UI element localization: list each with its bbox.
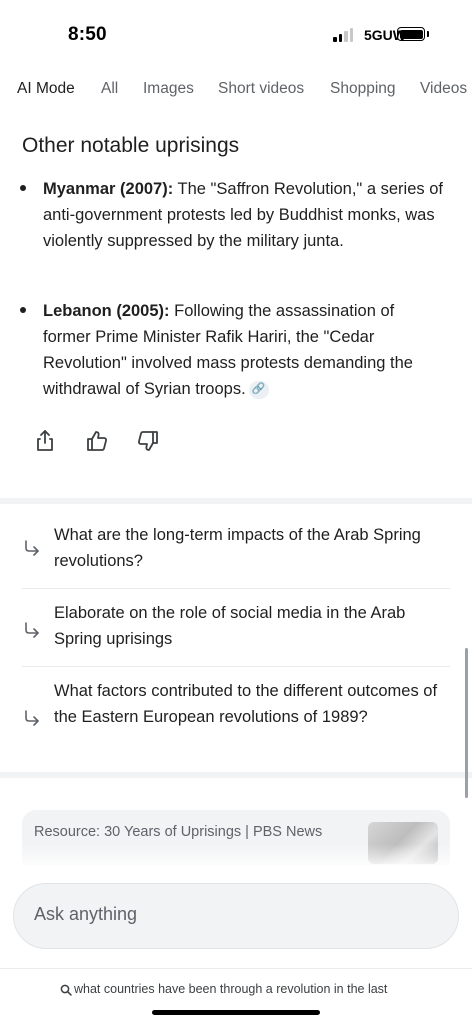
thumbs-down-icon[interactable] bbox=[135, 428, 161, 454]
search-tabs: AI Mode All Images Short videos Shopping… bbox=[0, 80, 472, 104]
scrollbar[interactable] bbox=[465, 648, 468, 798]
tab-ai-mode[interactable]: AI Mode bbox=[17, 80, 75, 98]
bullet-text: Myanmar (2007): The "Saffron Revolution,… bbox=[43, 176, 443, 254]
answer-actions bbox=[0, 428, 472, 458]
fade-overlay bbox=[22, 844, 450, 866]
link-icon[interactable]: 🔗 bbox=[248, 380, 269, 399]
ask-input[interactable] bbox=[34, 904, 414, 925]
thumbs-up-icon[interactable] bbox=[84, 428, 110, 454]
share-icon[interactable] bbox=[32, 428, 58, 454]
reply-arrow-icon bbox=[25, 540, 39, 556]
reply-arrow-icon bbox=[25, 710, 39, 726]
tab-videos[interactable]: Videos bbox=[420, 80, 467, 98]
section-divider bbox=[0, 772, 472, 778]
bullet-text: Lebanon (2005): Following the assassinat… bbox=[43, 298, 443, 402]
follow-up-separator bbox=[22, 666, 450, 667]
search-query[interactable]: what countries have been through a revol… bbox=[74, 982, 412, 996]
cellular-signal-icon bbox=[333, 28, 353, 42]
query-bar[interactable]: what countries have been through a revol… bbox=[0, 968, 472, 1024]
ask-box[interactable] bbox=[13, 883, 459, 949]
search-icon bbox=[60, 984, 72, 996]
follow-up-text: What are the long-term impacts of the Ar… bbox=[54, 526, 421, 570]
section-heading: Other notable uprisings bbox=[22, 134, 240, 157]
tab-images[interactable]: Images bbox=[143, 80, 194, 98]
tab-short-videos[interactable]: Short videos bbox=[218, 80, 304, 98]
follow-up-separator bbox=[22, 588, 450, 589]
tab-all[interactable]: All bbox=[101, 80, 118, 98]
reply-arrow-icon bbox=[25, 622, 39, 638]
battery-icon bbox=[397, 27, 425, 41]
resource-card[interactable]: Resource: 30 Years of Uprisings | PBS Ne… bbox=[22, 810, 450, 866]
bullet-title: Lebanon (2005): bbox=[43, 302, 170, 320]
section-divider bbox=[0, 498, 472, 504]
follow-up-text: What factors contributed to the differen… bbox=[54, 682, 438, 726]
home-indicator[interactable] bbox=[152, 1010, 320, 1015]
tab-shopping[interactable]: Shopping bbox=[330, 80, 396, 98]
bullet-title: Myanmar (2007): bbox=[43, 180, 174, 198]
status-time: 8:50 bbox=[68, 24, 107, 45]
battery-fill bbox=[399, 29, 423, 39]
status-bar: 8:50 5GUW bbox=[0, 0, 472, 64]
bullet-dot bbox=[20, 185, 26, 191]
follow-up-text: Elaborate on the role of social media in… bbox=[54, 604, 406, 648]
bullet-dot bbox=[20, 307, 26, 313]
battery-tip bbox=[427, 31, 429, 37]
resource-title: Resource: 30 Years of Uprisings | PBS Ne… bbox=[34, 824, 323, 840]
